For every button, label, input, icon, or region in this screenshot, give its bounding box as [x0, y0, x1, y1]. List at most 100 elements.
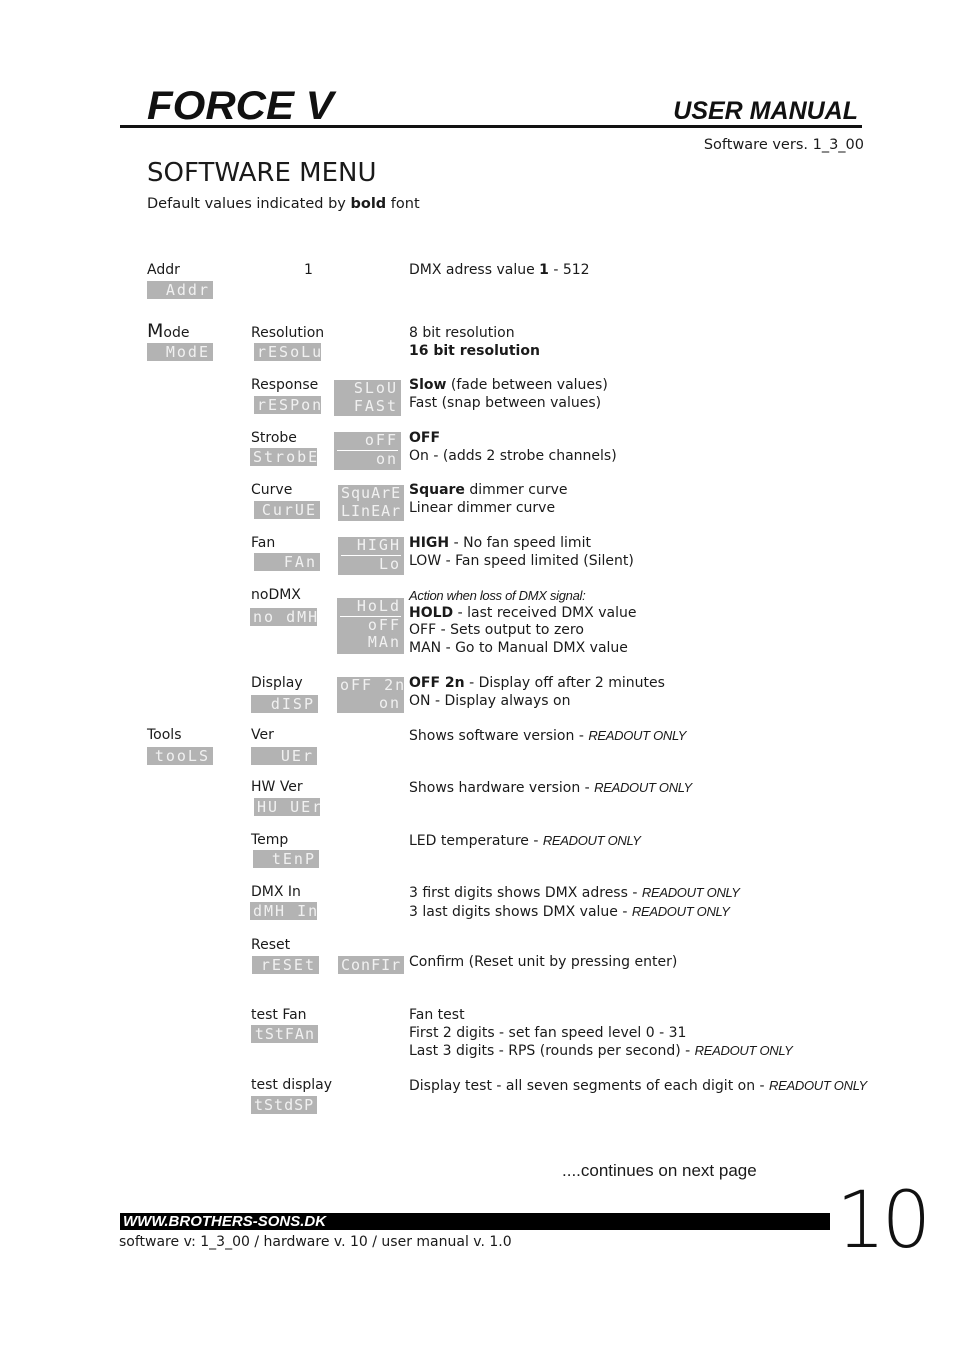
addr-description: DMX adress value 1 - 512 — [409, 262, 590, 280]
desc-text: Display test - all seven segments of eac… — [409, 1078, 770, 1094]
page-number: 10 — [836, 1176, 931, 1266]
submenu-label-resolution: Resolution — [251, 325, 325, 341]
lcd-strobe-options: oFF on — [334, 432, 401, 470]
addr-default-value: 1 — [304, 262, 313, 278]
desc-text: - 512 — [548, 262, 590, 278]
option-hold-default: HOLD — [409, 604, 454, 621]
option-on: On - (adds 2 strobe channels) — [409, 447, 617, 464]
lcd-test-fan: tStFAn — [251, 1025, 318, 1043]
readout-only-tag: READOUT ONLY — [631, 903, 730, 919]
submenu-label-ver: Ver — [251, 727, 274, 743]
hw-ver-description: Shows hardware version - READOUT ONLY — [409, 779, 692, 798]
subtitle-bold: bold — [350, 196, 387, 212]
option-off2n-default: OFF 2n — [409, 675, 465, 691]
lcd-option-off-2n: oFF 2n — [340, 677, 404, 694]
nodmx-note: Action when loss of DMX signal: — [409, 588, 586, 603]
dmx-in-description: 3 first digits shows DMX adress - READOU… — [409, 884, 740, 921]
lcd-addr: Addr — [147, 281, 213, 299]
option-high-desc: - No fan speed limit — [449, 535, 591, 551]
ver-description: Shows software version - READOUT ONLY — [409, 727, 686, 746]
software-version: Software vers. 1_3_00 — [703, 137, 864, 153]
test-fan-description: Fan test First 2 digits - set fan speed … — [409, 1007, 793, 1061]
section-subtitle: Default values indicated by bold font — [147, 196, 420, 212]
lcd-tools: tooLS — [147, 747, 213, 765]
submenu-label-reset: Reset — [251, 937, 291, 953]
test-display-description: Display test - all seven segments of eac… — [409, 1077, 867, 1096]
lcd-dmx-in: dMH In — [250, 902, 317, 920]
option-man: MAN - Go to Manual DMX value — [409, 639, 628, 656]
lcd-option-square: SquArE — [341, 485, 402, 502]
option-off: OFF - Sets output to zero — [409, 622, 584, 638]
product-title: FORCE V — [147, 84, 334, 128]
fan-options: HIGH - No fan speed limit LOW - Fan spee… — [409, 535, 634, 570]
lcd-hw-ver: HU UEr — [254, 798, 320, 816]
option-low: LOW - Fan speed limited (Silent) — [409, 552, 634, 569]
lcd-temp: tEnP — [253, 850, 319, 868]
desc-text: First 2 digits - set fan speed level 0 -… — [409, 1024, 687, 1041]
desc-text: DMX adress value — [409, 262, 540, 278]
document-type: USER MANUAL — [673, 97, 858, 125]
resolution-options: 8 bit resolution 16 bit resolution — [409, 325, 540, 360]
lcd-display-options: oFF 2n on — [337, 677, 404, 713]
desc-bold: 1 — [539, 262, 549, 278]
submenu-label-nodmx: noDMX — [251, 587, 301, 603]
lcd-option-on: on — [337, 449, 398, 469]
option-linear: Linear dimmer curve — [409, 499, 556, 516]
desc-text: LED temperature - — [409, 833, 543, 849]
submenu-label-display: Display — [251, 675, 303, 691]
lcd-option-man: MAn — [367, 633, 401, 651]
lcd-response-options: SLoU FASt — [334, 380, 401, 416]
website-link[interactable]: WWW.BROTHERS-SONS.DK — [123, 1213, 326, 1230]
option-square-desc: dimmer curve — [464, 482, 568, 498]
submenu-label-test-fan: test Fan — [251, 1007, 307, 1023]
desc-text: 3 last digits shows DMX value - — [409, 903, 632, 920]
header-rule — [120, 125, 862, 128]
option-16bit-default: 16 bit resolution — [409, 342, 540, 359]
desc-text: Shows software version - — [409, 728, 589, 744]
subtitle-text: Default values indicated by — [147, 196, 351, 212]
section-title: SOFTWARE MENU — [147, 158, 377, 188]
submenu-label-strobe: Strobe — [251, 430, 297, 446]
display-options: OFF 2n - Display off after 2 minutes ON … — [409, 675, 665, 710]
desc-text: 3 first digits shows DMX adress - — [409, 885, 642, 901]
lcd-option-low: Lo — [341, 554, 401, 574]
option-square-default: Square — [409, 482, 465, 498]
submenu-label-temp: Temp — [251, 832, 289, 848]
lcd-fan-options: HIGH Lo — [338, 537, 404, 575]
submenu-label-dmx-in: DMX In — [251, 884, 301, 900]
submenu-label-hw-ver: HW Ver — [251, 779, 303, 795]
lcd-nodmx: no dMH — [250, 608, 317, 626]
lcd-nodmx-options: HoLd oFF MAn — [337, 598, 404, 654]
submenu-label-test-display: test display — [251, 1077, 333, 1093]
readout-only-tag: READOUT ONLY — [769, 1078, 867, 1093]
response-options: Slow (fade between values) Fast (snap be… — [409, 377, 608, 412]
subtitle-text-end: font — [386, 196, 420, 212]
lcd-strobe: StrobE — [250, 448, 317, 466]
lcd-curve-options: SquArE LInEAr — [338, 485, 404, 521]
option-on: ON - Display always on — [409, 692, 571, 709]
lcd-option-hold: HoLd — [356, 598, 401, 615]
lcd-option-high: HIGH — [356, 537, 401, 554]
desc-text: Last 3 digits - RPS (rounds per second) … — [409, 1043, 695, 1059]
lcd-option-on: on — [378, 693, 401, 712]
option-fast: Fast (snap between values) — [409, 394, 602, 411]
lcd-fan: FAn — [254, 553, 320, 571]
lcd-test-display: tStdSP — [251, 1096, 317, 1114]
option-off2n-desc: - Display off after 2 minutes — [464, 675, 665, 691]
option-hold-desc: - last received DMX value — [453, 604, 637, 621]
desc-text: Fan test — [409, 1007, 465, 1023]
strobe-options: OFF On - (adds 2 strobe channels) — [409, 430, 617, 465]
lcd-display: dISP — [251, 695, 318, 713]
readout-only-tag: READOUT ONLY — [588, 728, 687, 743]
menu-label-mode: Mode — [147, 320, 190, 342]
readout-only-tag: READOUT ONLY — [542, 833, 641, 848]
continues-note: ....continues on next page — [562, 1161, 757, 1180]
nodmx-options: Action when loss of DMX signal: HOLD - l… — [409, 587, 636, 657]
readout-only-tag: READOUT ONLY — [594, 780, 692, 795]
readout-only-tag: READOUT ONLY — [641, 885, 740, 900]
submenu-label-response: Response — [251, 377, 319, 393]
lcd-reset: rESEt — [252, 956, 319, 974]
option-high-default: HIGH — [409, 535, 450, 551]
readout-only-tag: READOUT ONLY — [694, 1043, 793, 1058]
option-slow-default: Slow — [409, 377, 447, 393]
